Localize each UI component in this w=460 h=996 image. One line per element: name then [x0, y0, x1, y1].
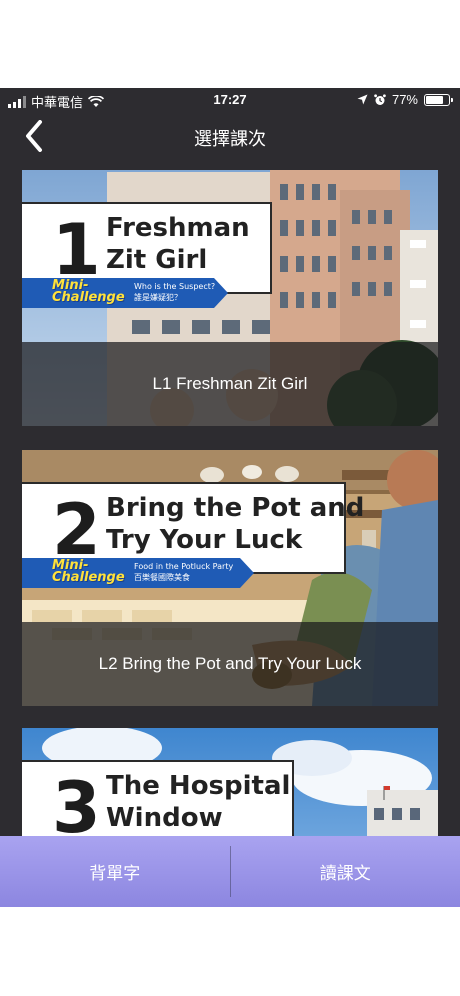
status-right: 77% — [357, 92, 453, 107]
bottom-margin — [0, 907, 460, 996]
lesson-1-title-line1: Freshman — [106, 213, 250, 243]
battery-fill — [426, 95, 443, 104]
app-screen: 中華電信 17:27 77% 選擇課次 1 Freshman Zit Girl … — [0, 88, 460, 907]
lesson-1-title-line2: Zit Girl — [106, 245, 208, 275]
lesson-1-title: Freshman Zit Girl — [106, 212, 250, 276]
lesson-2-title: Bring the Pot and Try Your Luck — [106, 492, 364, 556]
lesson-card-3[interactable]: 3 The Hospital Window — [22, 728, 438, 836]
lesson-3-title: The Hospital Window — [106, 770, 290, 834]
mini-challenge-badge: Mini- Challenge — [52, 278, 125, 305]
mini-challenge-badge: Mini- Challenge — [52, 558, 125, 585]
lesson-list: 1 Freshman Zit Girl Mini- Challenge Who … — [0, 160, 460, 836]
mini-challenge-text: Who is the Suspect? 誰是嫌疑犯？ — [134, 282, 216, 302]
battery-percent: 77% — [391, 92, 418, 107]
lesson-3-title-line1: The Hospital — [106, 771, 291, 801]
page-title: 選擇課次 — [194, 129, 266, 149]
bottom-action-bar: 背單字 讀課文 — [0, 836, 460, 907]
location-arrow-icon — [357, 94, 368, 105]
mini-challenge-text: Food in the Potluck Party 百樂餐國際美食 — [134, 562, 234, 582]
read-text-button[interactable]: 讀課文 — [231, 836, 460, 907]
lesson-2-title-line1: Bring the Pot and — [106, 493, 365, 523]
lesson-2-mini-challenge: Mini- Challenge Food in the Potluck Part… — [22, 558, 254, 588]
status-bar: 中華電信 17:27 77% — [0, 88, 460, 112]
lesson-3-title-line2: Window — [106, 803, 223, 833]
vocabulary-button[interactable]: 背單字 — [0, 836, 230, 907]
top-margin — [0, 0, 460, 88]
lesson-3-number: 3 — [52, 767, 101, 836]
lesson-1-mini-challenge: Mini- Challenge Who is the Suspect? 誰是嫌疑… — [22, 278, 228, 308]
nav-bar: 選擇課次 — [0, 112, 460, 160]
lesson-card-2[interactable]: 2 Bring the Pot and Try Your Luck Mini- … — [22, 450, 438, 706]
lesson-1-caption: L1 Freshman Zit Girl — [22, 342, 438, 426]
lesson-2-title-line2: Try Your Luck — [106, 525, 303, 555]
lesson-2-caption: L2 Bring the Pot and Try Your Luck — [22, 622, 438, 706]
lesson-card-1[interactable]: 1 Freshman Zit Girl Mini- Challenge Who … — [22, 170, 438, 426]
battery-icon — [424, 93, 453, 106]
alarm-icon — [374, 93, 386, 105]
lesson-3-title-box: 3 The Hospital Window — [22, 760, 294, 836]
